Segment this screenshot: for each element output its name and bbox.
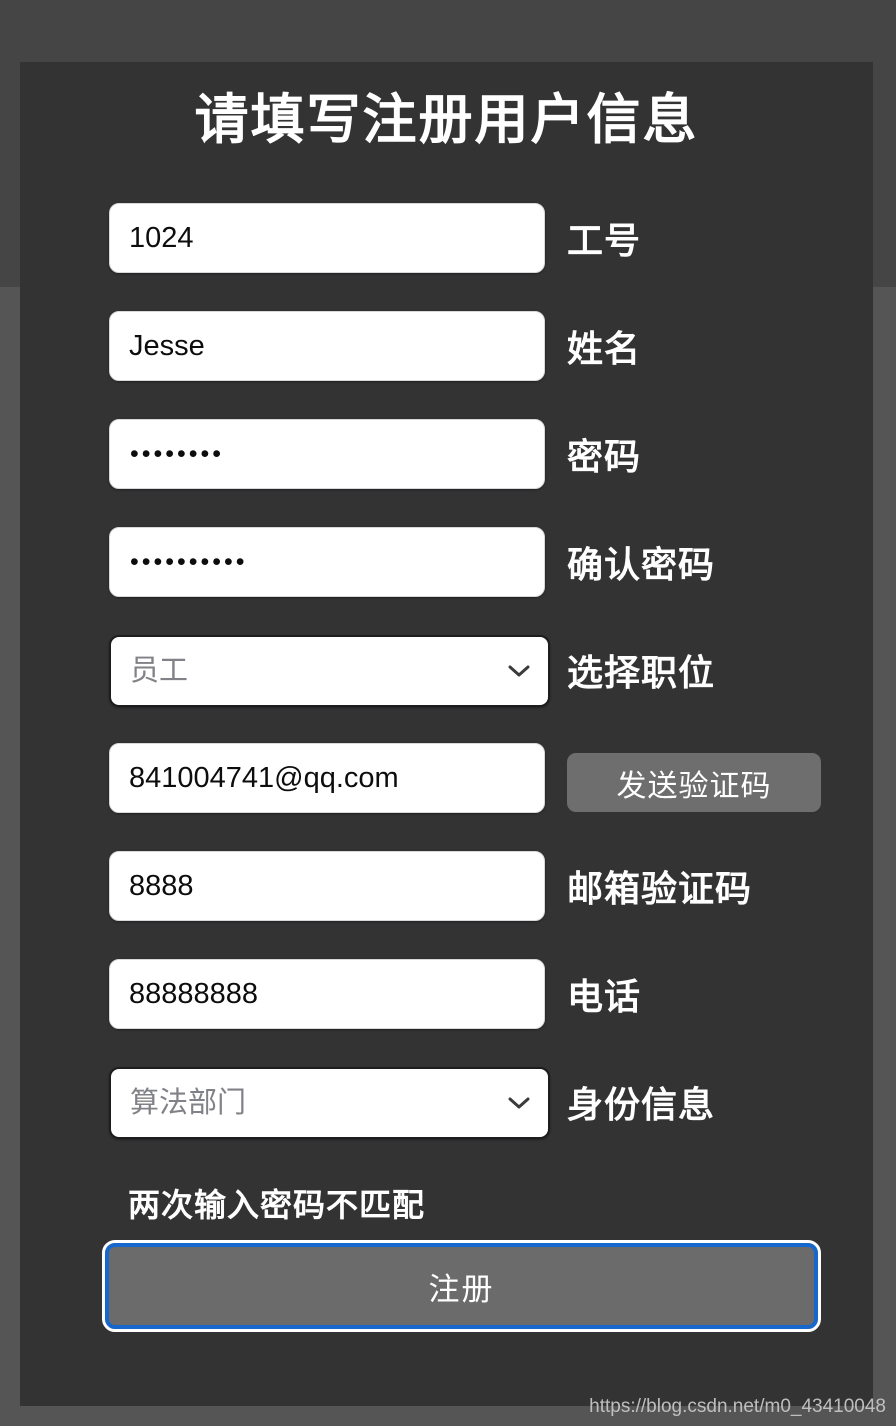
department-select[interactable]: 算法部门 (109, 1067, 550, 1139)
form-row-email-code: 8888 邮箱验证码 (20, 851, 873, 959)
form-rows: 1024 工号 Jesse 姓名 •••••••• 密码 •••••••••• … (20, 203, 873, 1175)
form-row-email: 841004741@qq.com 发送验证码 (20, 743, 873, 851)
form-row-employee-id: 1024 工号 (20, 203, 873, 311)
right-background-strip (873, 62, 896, 287)
email-value: 841004741@qq.com (129, 761, 399, 794)
full-name-input[interactable]: Jesse (109, 311, 545, 381)
form-row-department: 算法部门 身份信息 (20, 1067, 873, 1175)
form-row-position: 员工 选择职位 (20, 635, 873, 743)
watermark: https://blog.csdn.net/m0_43410048 (589, 1396, 886, 1417)
department-label: 身份信息 (567, 1084, 716, 1125)
employee-id-input[interactable]: 1024 (109, 203, 545, 273)
password-value: •••••••• (130, 439, 225, 468)
confirm-password-input[interactable]: •••••••••• (109, 527, 545, 597)
email-code-input[interactable]: 8888 (109, 851, 545, 921)
email-input[interactable]: 841004741@qq.com (109, 743, 545, 813)
phone-label: 电话 (567, 976, 642, 1017)
full-name-label: 姓名 (567, 328, 642, 369)
password-label: 密码 (567, 436, 642, 477)
confirm-password-label: 确认密码 (567, 544, 716, 585)
send-verification-code-button[interactable]: 发送验证码 (567, 753, 821, 812)
password-mismatch-error: 两次输入密码不匹配 (128, 1187, 426, 1223)
phone-value: 88888888 (129, 977, 259, 1010)
password-input[interactable]: •••••••• (109, 419, 545, 489)
email-code-label: 邮箱验证码 (567, 868, 753, 909)
confirm-password-value: •••••••••• (130, 547, 248, 576)
department-value: 算法部门 (130, 1086, 247, 1119)
employee-id-label: 工号 (567, 220, 642, 261)
form-row-full-name: Jesse 姓名 (20, 311, 873, 419)
position-label: 选择职位 (567, 652, 716, 693)
left-background-strip (0, 62, 20, 287)
top-band (0, 0, 896, 62)
form-row-phone: 88888888 电话 (20, 959, 873, 1067)
page-title: 请填写注册用户信息 (194, 90, 699, 150)
chevron-down-icon (508, 665, 530, 677)
position-select[interactable]: 员工 (109, 635, 550, 707)
register-submit-button[interactable]: 注册 (102, 1240, 821, 1332)
registration-panel: 请填写注册用户信息 1024 工号 Jesse 姓名 •••••••• 密码 •… (20, 62, 873, 1406)
full-name-value: Jesse (129, 329, 205, 362)
form-row-confirm-password: •••••••••• 确认密码 (20, 527, 873, 635)
form-row-password: •••••••• 密码 (20, 419, 873, 527)
email-code-value: 8888 (129, 869, 194, 902)
position-value: 员工 (130, 654, 189, 687)
chevron-down-icon (508, 1097, 530, 1109)
phone-input[interactable]: 88888888 (109, 959, 545, 1029)
employee-id-value: 1024 (129, 221, 194, 254)
